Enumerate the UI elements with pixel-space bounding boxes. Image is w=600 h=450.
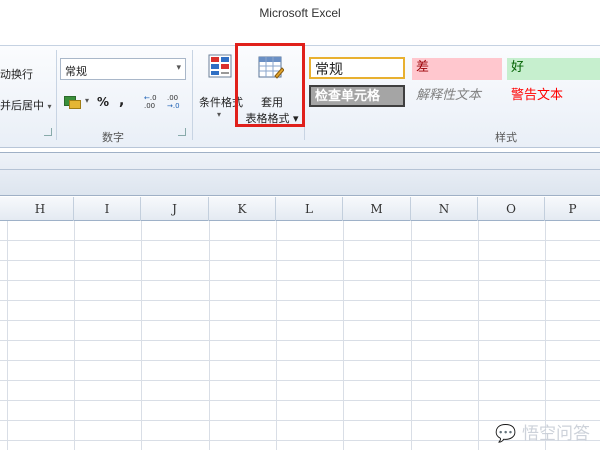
speech-bubble-icon: 💬 xyxy=(495,424,517,444)
chevron-down-icon[interactable]: ▾ xyxy=(85,96,89,105)
comma-style-button[interactable]: , xyxy=(119,93,124,109)
column-header-p[interactable]: P xyxy=(545,197,600,221)
chevron-down-icon: ▾ xyxy=(217,110,222,119)
merge-center-label: 并后居中 xyxy=(0,99,44,112)
merge-center-button[interactable]: 并后居中 ▾ xyxy=(0,97,52,113)
group-separator xyxy=(56,50,57,140)
watermark: 💬 悟空问答 xyxy=(495,419,590,444)
column-gridline xyxy=(7,221,8,450)
window-title: Microsoft Excel xyxy=(259,6,341,20)
column-header-i[interactable]: I xyxy=(74,197,141,221)
column-gridline xyxy=(276,221,277,450)
column-header-j[interactable]: J xyxy=(141,197,209,221)
watermark-text: 悟空问答 xyxy=(522,424,590,444)
ribbon: 动换行 并后居中 ▾ 常规 ▾ ▾ % , ←.0 .00 .00 →.0 数字… xyxy=(0,46,600,148)
style-explanatory-text[interactable]: 解释性文本 xyxy=(412,86,502,108)
conditional-formatting-icon xyxy=(208,54,232,78)
conditional-formatting-label: 条件格式 xyxy=(199,96,243,109)
formula-bar-divider xyxy=(0,169,600,170)
style-warning-text[interactable]: 警告文本 xyxy=(507,86,600,108)
chevron-down-icon: ▾ xyxy=(47,102,52,111)
column-gridline xyxy=(343,221,344,450)
format-as-table-label-line1: 套用 xyxy=(261,96,283,109)
column-gridline xyxy=(74,221,75,450)
number-format-select[interactable]: 常规 ▾ xyxy=(60,58,186,80)
number-group-label: 数字 xyxy=(102,131,124,144)
style-check-cell[interactable]: 检查单元格 xyxy=(309,85,405,107)
formula-bar[interactable] xyxy=(0,152,600,196)
column-header-m[interactable]: M xyxy=(343,197,411,221)
style-good[interactable]: 好 xyxy=(507,58,600,80)
column-header-n[interactable]: N xyxy=(411,197,478,221)
style-bad[interactable]: 差 xyxy=(412,58,502,80)
column-gridline xyxy=(141,221,142,450)
format-as-table-icon xyxy=(258,56,284,79)
column-header-o[interactable]: O xyxy=(478,197,545,221)
worksheet-cells[interactable] xyxy=(0,221,600,450)
wrap-text-button[interactable]: 动换行 xyxy=(0,66,33,82)
column-gridline xyxy=(209,221,210,450)
column-header-k[interactable]: K xyxy=(209,197,276,221)
chevron-down-icon: ▾ xyxy=(176,63,181,73)
title-bar: Microsoft Excel xyxy=(0,0,600,28)
styles-group-label: 样式 xyxy=(495,131,517,144)
group-separator xyxy=(304,50,305,140)
style-normal[interactable]: 常规 xyxy=(309,57,405,79)
column-gridline xyxy=(411,221,412,450)
format-as-table-button[interactable]: 套用 表格格式 ▾ xyxy=(244,52,300,125)
alignment-dialog-launcher-icon[interactable] xyxy=(44,128,52,136)
column-header-l[interactable]: L xyxy=(276,197,343,221)
percent-style-button[interactable]: % xyxy=(97,95,109,109)
number-format-value: 常规 xyxy=(65,65,87,78)
column-header-h[interactable]: H xyxy=(7,197,74,221)
number-dialog-launcher-icon[interactable] xyxy=(178,128,186,136)
conditional-formatting-button[interactable]: 条件格式 ▾ xyxy=(196,52,246,120)
number-group: 常规 ▾ ▾ % , ←.0 .00 .00 →.0 数字 xyxy=(60,46,192,146)
column-header-row: H I J K L M N O P xyxy=(0,197,600,221)
column-gridline xyxy=(478,221,479,450)
increase-decimal-icon[interactable]: ←.0 .00 xyxy=(144,94,164,112)
alignment-group: 动换行 并后居中 ▾ xyxy=(0,46,58,146)
decrease-decimal-icon[interactable]: .00 →.0 xyxy=(167,94,187,112)
accounting-format-icon[interactable] xyxy=(64,94,82,110)
group-separator xyxy=(192,50,193,140)
worksheet-grid[interactable]: H I J K L M N O P xyxy=(0,197,600,450)
number-format-buttons: ▾ % , ←.0 .00 .00 →.0 xyxy=(64,93,188,112)
column-gridline xyxy=(545,221,546,450)
format-as-table-label-line2: 表格格式 ▾ xyxy=(245,112,299,125)
